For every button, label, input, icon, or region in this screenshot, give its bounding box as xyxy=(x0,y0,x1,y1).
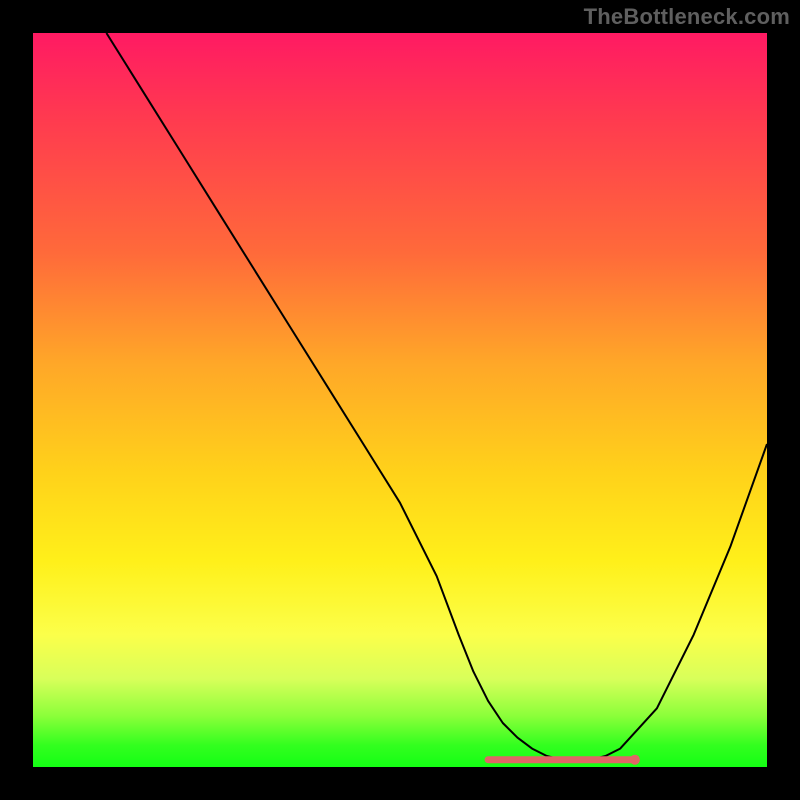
bottleneck-curve xyxy=(106,33,767,760)
optimal-band-end-dot xyxy=(630,755,640,765)
chart-frame: TheBottleneck.com xyxy=(0,0,800,800)
chart-overlay xyxy=(33,33,767,767)
attribution-text: TheBottleneck.com xyxy=(584,4,790,30)
plot-area xyxy=(33,33,767,767)
